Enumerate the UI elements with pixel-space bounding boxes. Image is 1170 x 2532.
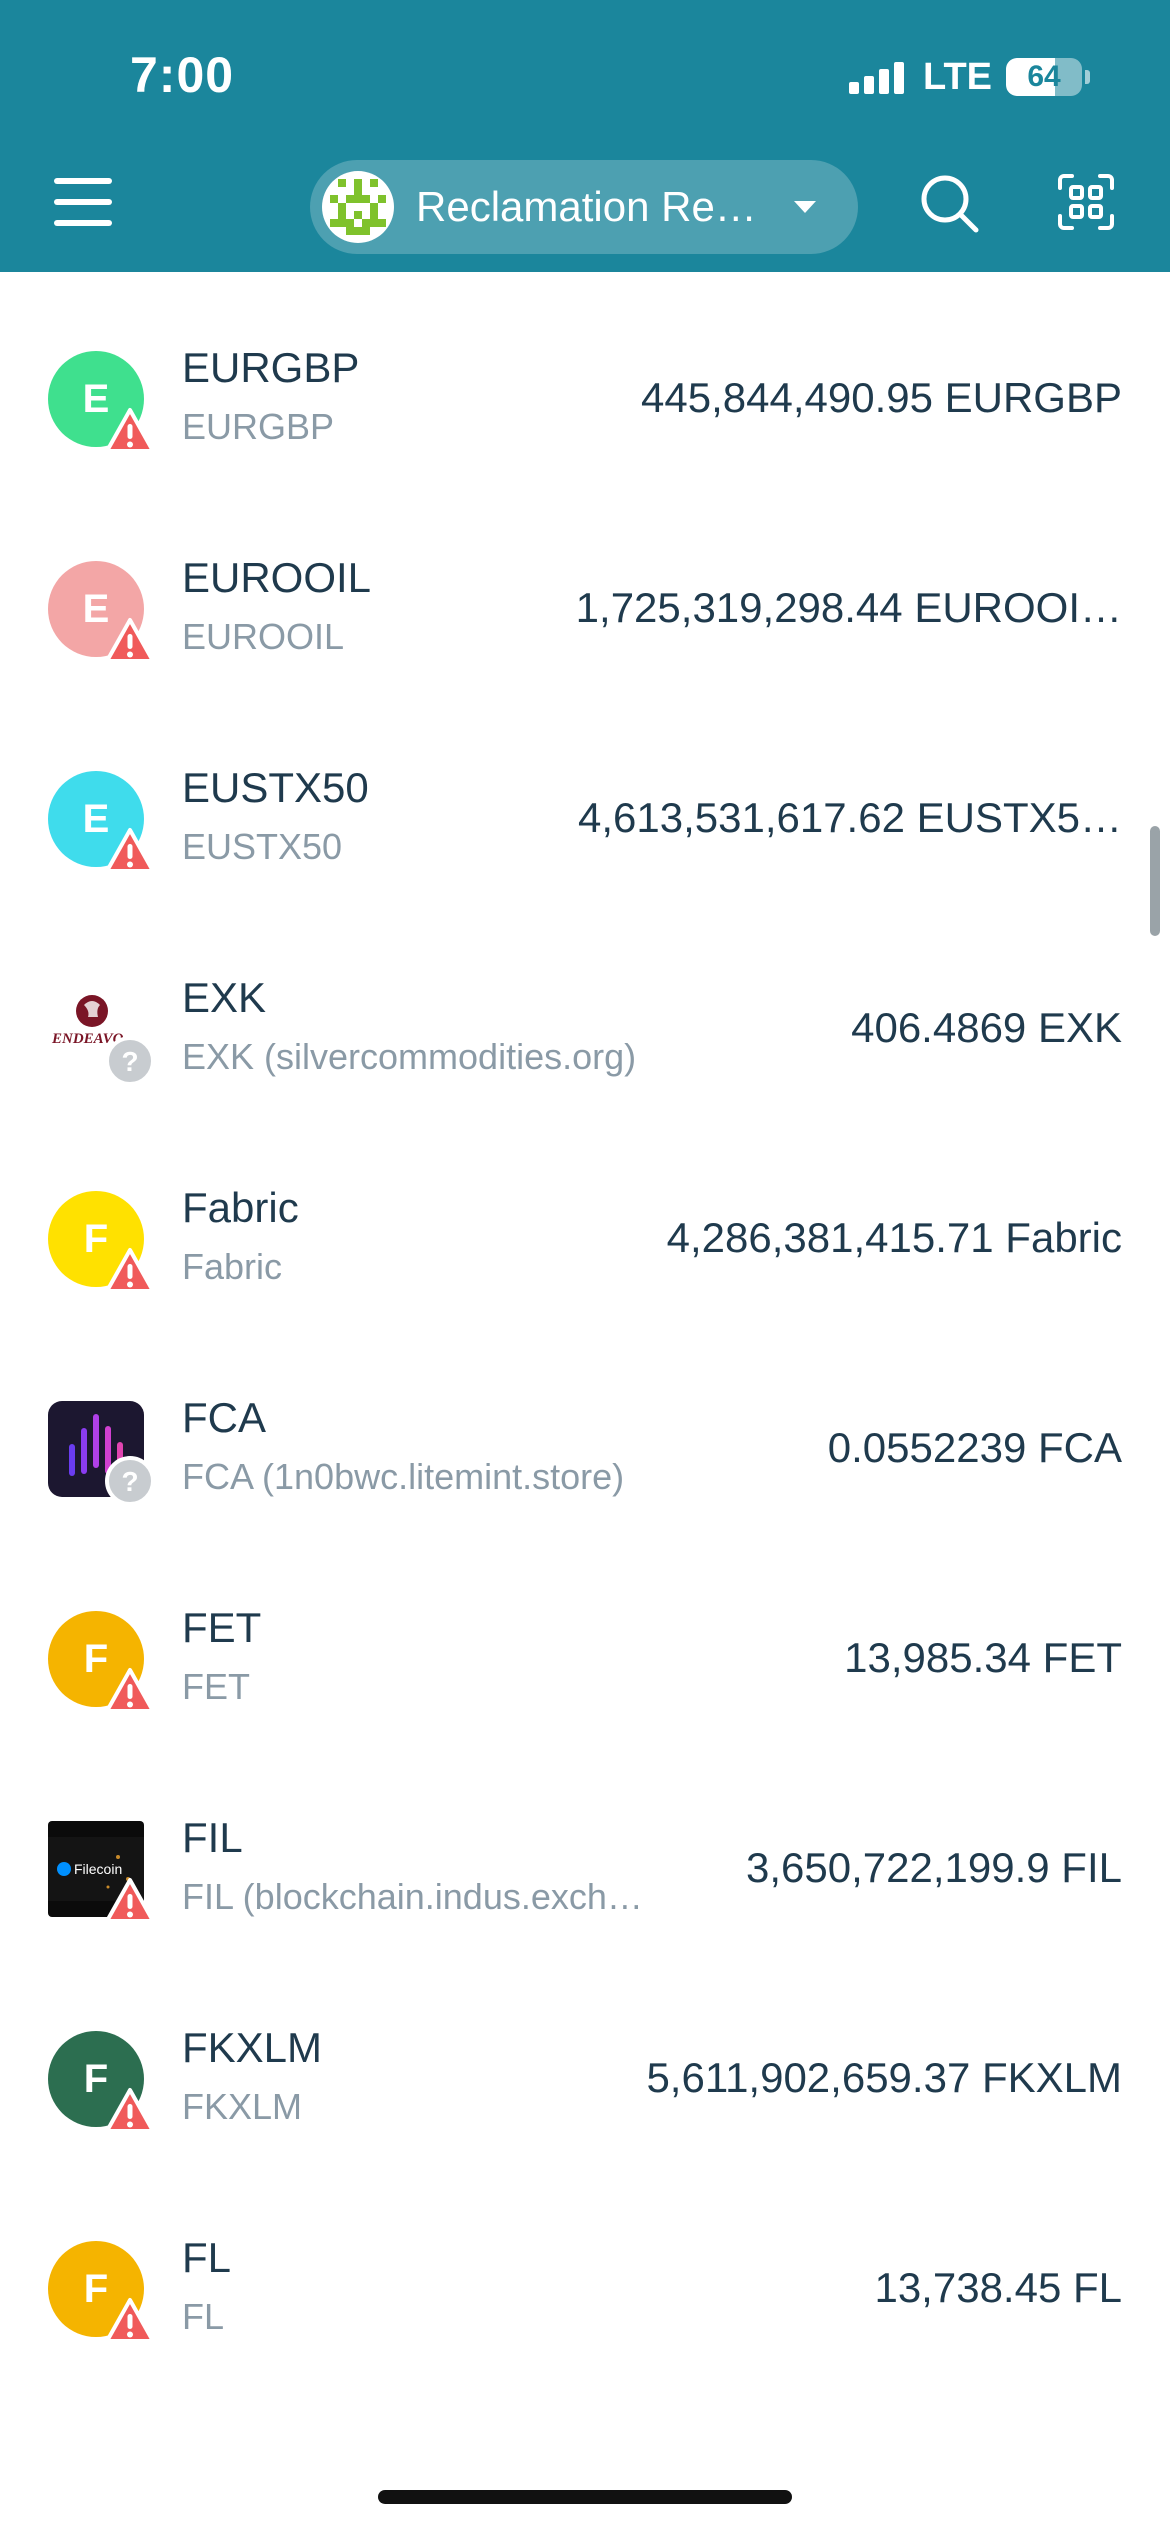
asset-row[interactable]: ENDEAVO? EXK EXK (silvercommodities.org) 40… — [0, 902, 1170, 1112]
asset-symbol: FKXLM — [182, 2024, 323, 2071]
asset-row[interactable]: F Fabric Fabric 4,286,381,415.71 Fabric — [0, 1112, 1170, 1322]
asset-icon: E — [48, 351, 158, 461]
asset-balance: 445,844,490.95 EURGBP — [641, 374, 1122, 421]
asset-balance: 4,286,381,415.71 Fabric — [666, 1214, 1122, 1261]
asset-icon: ? — [48, 1401, 158, 1511]
asset-symbol: EURGBP — [182, 344, 360, 391]
unknown-help-icon: ? — [104, 1035, 156, 1087]
asset-symbol: FL — [182, 2234, 232, 2281]
scrollbar[interactable] — [1150, 826, 1160, 936]
battery-level: 64 — [1027, 60, 1061, 93]
warning-icon — [104, 1875, 156, 1927]
asset-icon: Filecoin — [48, 1821, 158, 1931]
asset-balance: 13,985.34 FET — [844, 1634, 1122, 1681]
warning-icon — [104, 2085, 156, 2137]
svg-text:?: ? — [121, 1046, 138, 1077]
asset-row[interactable]: ? FCA FCA (1n0bwc.litemint.store) 0.0552239… — [0, 1322, 1170, 1532]
battery-icon: 64 — [1006, 58, 1082, 96]
warning-icon — [104, 615, 156, 667]
svg-text:?: ? — [121, 1466, 138, 1497]
asset-issuer: FKXLM — [182, 2086, 303, 2127]
wallet-avatar — [322, 171, 394, 243]
warning-icon — [104, 2295, 156, 2347]
warning-icon — [104, 1665, 156, 1717]
asset-issuer: FIL (blockchain.indus.exch… — [182, 1876, 643, 1917]
asset-issuer: Fabric — [182, 1246, 283, 1287]
asset-balance: 0.0552239 FCA — [827, 1424, 1122, 1471]
asset-symbol: FCA — [182, 1394, 266, 1441]
warning-icon — [104, 1245, 156, 1297]
chevron-down-icon — [794, 201, 816, 213]
asset-symbol: Fabric — [182, 1184, 299, 1231]
asset-balance: 5,611,902,659.37 FKXLM — [646, 2054, 1122, 2101]
menu-icon[interactable] — [54, 178, 112, 228]
warning-icon — [104, 405, 156, 457]
asset-symbol: FET — [182, 1604, 262, 1651]
status-time: 7:00 — [130, 47, 235, 103]
asset-symbol: EXK — [182, 974, 267, 1021]
asset-row[interactable]: F FL FL 13,738.45 FL — [0, 2162, 1170, 2372]
asset-icon: F — [48, 1611, 158, 1721]
asset-issuer: EURGBP — [182, 406, 335, 447]
asset-row[interactable]: F FKXLM FKXLM 5,611,902,659.37 FKXLM — [0, 1952, 1170, 2162]
battery-tip — [1085, 70, 1090, 84]
home-indicator[interactable] — [378, 2490, 792, 2504]
cellular-signal-icon — [849, 60, 909, 94]
unknown-help-icon: ? — [104, 1455, 156, 1507]
asset-row[interactable]: E EUSTX50 EUSTX50 4,613,531,617.62 EUSTX5… — [0, 692, 1170, 902]
asset-icon: ENDEAVO? — [48, 981, 158, 1091]
asset-icon: F — [48, 2031, 158, 2141]
asset-issuer: FET — [182, 1666, 250, 1707]
asset-balance: 1,725,319,298.44 EUROOI… — [575, 584, 1122, 631]
asset-balance: 3,650,722,199.9 FIL — [746, 1844, 1122, 1891]
asset-balance: 406.4869 EXK — [851, 1004, 1122, 1051]
wallet-identicon-icon — [330, 179, 386, 235]
status-indicators: LTE 64 — [849, 52, 1090, 102]
asset-icon: F — [48, 2241, 158, 2351]
asset-symbol: FIL — [182, 1814, 243, 1861]
asset-balance: 4,613,531,617.62 EUSTX5… — [577, 794, 1122, 841]
wallet-selector[interactable]: Reclamation Re… — [310, 160, 858, 254]
asset-symbol: EUSTX50 — [182, 764, 369, 811]
asset-icon: F — [48, 1191, 158, 1301]
asset-balance: 13,738.45 FL — [874, 2264, 1122, 2311]
network-type: LTE — [923, 55, 992, 98]
asset-icon: E — [48, 771, 158, 881]
asset-issuer: FCA (1n0bwc.litemint.store) — [182, 1456, 625, 1497]
asset-issuer: EXK (silvercommodities.org) — [182, 1036, 637, 1077]
app-header: 7:00 LTE 64 Reclamation Re… — [0, 0, 1170, 272]
asset-icon: E — [48, 561, 158, 671]
asset-row[interactable]: F FET FET 13,985.34 FET — [0, 1532, 1170, 1742]
search-icon[interactable] — [918, 172, 982, 236]
asset-list: E EURGBP EURGBP 445,844,490.95 EURGBP E EUROO… — [0, 272, 1170, 2372]
asset-row[interactable]: E EURGBP EURGBP 445,844,490.95 EURGBP — [0, 272, 1170, 482]
asset-row[interactable]: Filecoin FIL FIL (blockchain.indus.exch… 3,… — [0, 1742, 1170, 1952]
asset-row[interactable]: E EUROOIL EUROOIL 1,725,319,298.44 EUROOI… — [0, 482, 1170, 692]
wallet-name: Reclamation Re… — [416, 183, 757, 230]
asset-issuer: FL — [182, 2296, 225, 2337]
qr-scan-icon[interactable] — [1056, 172, 1116, 232]
asset-symbol: EUROOIL — [182, 554, 372, 601]
warning-icon — [104, 825, 156, 877]
